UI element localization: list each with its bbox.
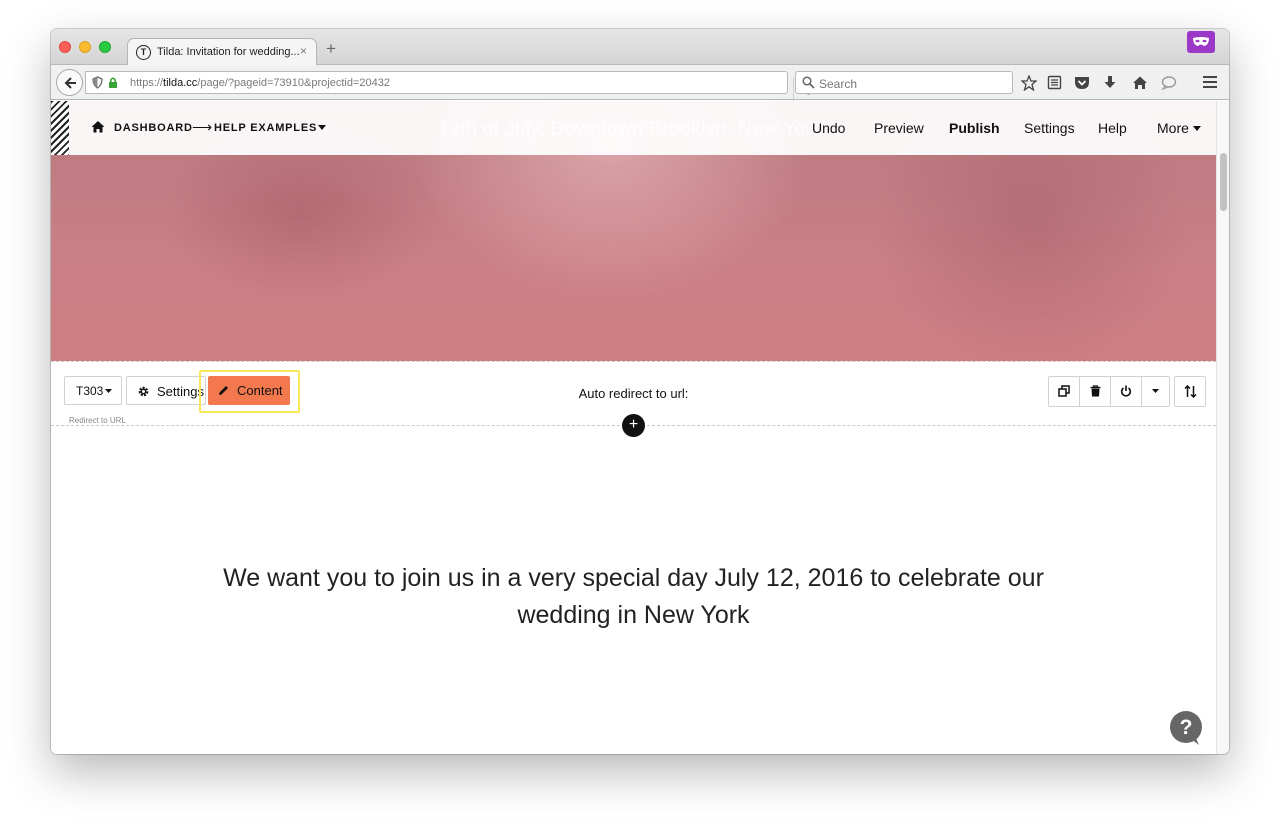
shield-icon — [92, 76, 103, 89]
sort-icon[interactable] — [1174, 376, 1206, 407]
browser-window: T Tilda: Invitation for wedding... × + h… — [51, 29, 1229, 754]
help-menu-button[interactable]: Help — [1098, 120, 1127, 136]
block-name-label: Redirect to URL — [69, 416, 126, 425]
breadcrumb-dashboard[interactable]: DASHBOARD — [114, 122, 193, 134]
browser-tab[interactable]: T Tilda: Invitation for wedding... × — [127, 38, 317, 66]
url-host: tilda.cc — [163, 77, 198, 89]
settings-menu-button[interactable]: Settings — [1024, 120, 1075, 136]
chevron-down-icon[interactable] — [1193, 126, 1201, 131]
breadcrumb-arrow: ⟶ — [192, 119, 213, 135]
menu-icon[interactable] — [1202, 75, 1218, 89]
duplicate-icon[interactable] — [1049, 377, 1080, 406]
block-divider-top — [51, 361, 1216, 362]
new-tab-button[interactable]: + — [326, 39, 336, 59]
minimize-window-button[interactable] — [79, 41, 91, 53]
home-browser-icon[interactable] — [1132, 75, 1148, 90]
tilda-favicon-icon: T — [136, 45, 151, 60]
download-icon[interactable] — [1103, 75, 1117, 90]
block-title: Auto redirect to url: — [578, 386, 689, 401]
page-scrollbar[interactable] — [1216, 101, 1229, 754]
chat-icon[interactable] — [1161, 75, 1177, 90]
page-viewport: DASHBOARD ⟶ HELP EXAMPLES 12th of July, … — [51, 101, 1216, 754]
url-bar[interactable]: https://tilda.cc/page/?pageid=73910&proj… — [85, 71, 814, 101]
caret-down-icon[interactable] — [1142, 377, 1170, 406]
search-icon — [802, 76, 815, 89]
hero-subtitle-text: 12th of July, Downtown Brooklyn, New Yor… — [438, 118, 808, 140]
caret-down-icon[interactable] — [318, 125, 326, 130]
tilda-editor-header: DASHBOARD ⟶ HELP EXAMPLES 12th of July, … — [51, 101, 1216, 155]
trash-icon[interactable] — [1080, 377, 1111, 406]
breadcrumb-project[interactable]: HELP EXAMPLES — [214, 122, 317, 134]
help-icon[interactable]: ? — [1169, 711, 1205, 747]
search-input[interactable]: Search — [795, 71, 1013, 94]
pocket-icon[interactable] — [1074, 75, 1090, 90]
scrollbar-thumb[interactable] — [1220, 153, 1227, 211]
zigzag-decoration — [51, 101, 69, 155]
svg-text:?: ? — [1180, 716, 1193, 739]
tab-title: Tilda: Invitation for wedding... — [157, 46, 300, 58]
star-icon[interactable] — [1021, 75, 1037, 91]
invitation-text: We want you to join us in a very special… — [223, 564, 1044, 629]
close-window-button[interactable] — [59, 41, 71, 53]
back-arrow-icon[interactable] — [56, 69, 83, 96]
publish-button[interactable]: Publish — [949, 120, 1000, 136]
url-path: /page/?pageid=73910&projectid=20432 — [197, 77, 390, 89]
mask-icon[interactable] — [1187, 31, 1215, 53]
reading-list-icon[interactable] — [1047, 75, 1062, 90]
preview-button[interactable]: Preview — [874, 120, 924, 136]
more-menu-button[interactable]: More — [1157, 120, 1189, 136]
navigation-bar: https://tilda.cc/page/?pageid=73910&proj… — [51, 65, 1229, 101]
url-prefix: https:// — [130, 77, 164, 89]
add-block-button[interactable]: + — [622, 414, 645, 437]
home-icon[interactable] — [91, 120, 105, 133]
zoom-window-button[interactable] — [99, 41, 111, 53]
power-icon[interactable] — [1111, 377, 1142, 406]
search-placeholder: Search — [819, 77, 858, 91]
undo-button[interactable]: Undo — [812, 120, 845, 136]
url-text: https://tilda.cc/page/?pageid=73910&proj… — [130, 77, 390, 89]
tab-close-icon[interactable]: × — [300, 44, 307, 58]
block-actions-group — [1048, 376, 1170, 407]
tab-strip: T Tilda: Invitation for wedding... × + — [51, 29, 1229, 66]
lock-icon — [109, 77, 117, 88]
